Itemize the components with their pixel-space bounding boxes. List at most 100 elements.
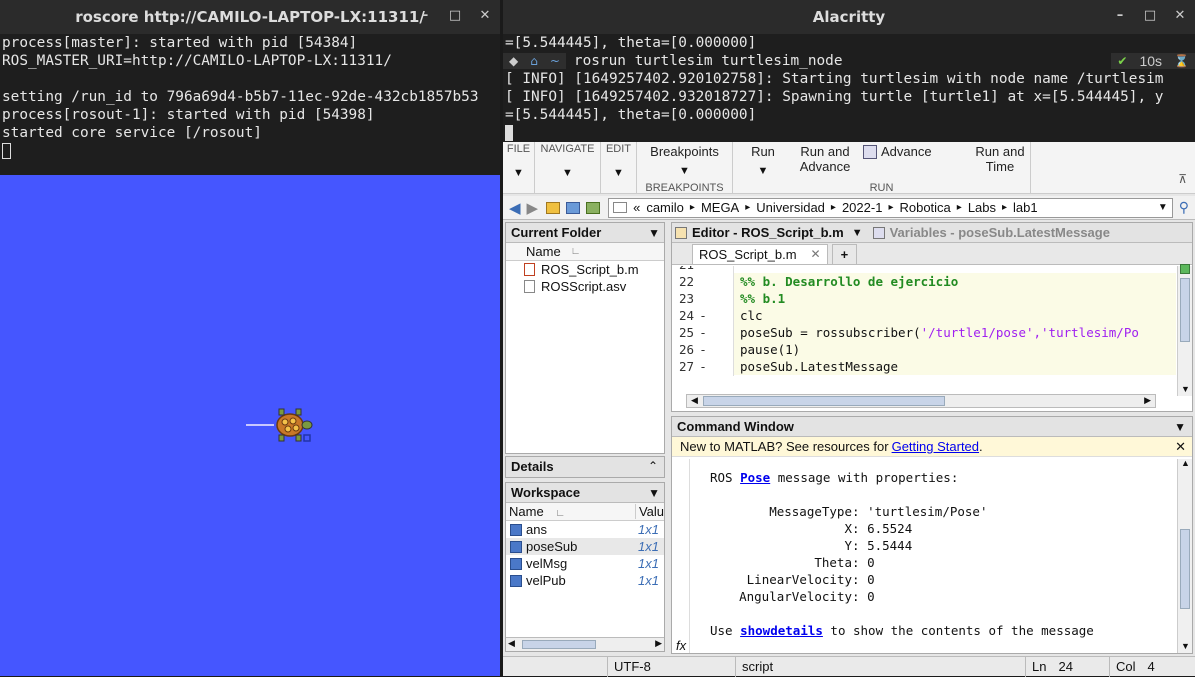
- command-output[interactable]: ROS Pose message with properties: Messag…: [710, 469, 1170, 639]
- value-column-header[interactable]: Valu: [634, 504, 664, 519]
- scroll-down-icon[interactable]: ▼: [1181, 384, 1190, 394]
- command-v-scrollbar[interactable]: ▲ ▼: [1177, 458, 1192, 653]
- panel-menu-icon[interactable]: ▼: [852, 223, 863, 243]
- up-folder-icon[interactable]: [546, 201, 561, 214]
- path-crumb[interactable]: Labs: [968, 200, 996, 215]
- minimize-icon[interactable]: –: [418, 8, 432, 23]
- code-line[interactable]: 27- poseSub.LatestMessage: [672, 358, 1176, 375]
- path-crumb[interactable]: camilo: [646, 200, 684, 215]
- breakpoint-marker[interactable]: [694, 375, 712, 376]
- path-crumb[interactable]: lab1: [1013, 200, 1038, 215]
- run-button[interactable]: Run ▼: [743, 144, 783, 177]
- code-line[interactable]: 24- clc: [672, 307, 1176, 324]
- maximize-icon[interactable]: □: [1143, 8, 1157, 23]
- file-item[interactable]: ROS_Script_b.m: [506, 261, 664, 278]
- breakpoint-marker[interactable]: [694, 273, 712, 290]
- workspace-var-row[interactable]: velPub 1x1: [506, 572, 664, 589]
- close-icon[interactable]: ✕: [1173, 8, 1187, 23]
- file-menu[interactable]: FILE ▼: [503, 142, 535, 194]
- matlab-window[interactable]: FILE ▼ NAVIGATE ▼ EDIT ▼ Breakpoints ▼ B…: [503, 142, 1195, 677]
- breakpoint-marker[interactable]: -: [694, 358, 712, 375]
- path-crumb[interactable]: Universidad: [756, 200, 825, 215]
- path-crumb[interactable]: MEGA: [701, 200, 739, 215]
- forward-arrow-icon[interactable]: ▶: [527, 199, 539, 217]
- tab-ros-script-b[interactable]: ROS_Script_b.m ✕: [692, 244, 828, 264]
- editor-h-scrollbar[interactable]: ◀ ▶: [686, 394, 1156, 408]
- code-line[interactable]: 28: [672, 375, 1176, 376]
- breakpoint-marker[interactable]: [694, 290, 712, 307]
- breakpoint-marker[interactable]: -: [694, 324, 712, 341]
- breakpoint-marker[interactable]: [694, 266, 712, 273]
- edit-menu[interactable]: EDIT ▼: [601, 142, 637, 194]
- scroll-right-icon[interactable]: ▶: [1144, 395, 1151, 406]
- path-crumb[interactable]: 2022-1: [842, 200, 882, 215]
- scroll-left-icon[interactable]: ◀: [691, 395, 698, 406]
- code-area[interactable]: 2122 %% b. Desarrollo de ejercicio 23 %% b.…: [672, 266, 1176, 376]
- name-column-header[interactable]: Name ∟: [506, 504, 635, 519]
- close-icon[interactable]: ✕: [478, 8, 492, 23]
- roscore-titlebar[interactable]: roscore http://CAMILO-LAPTOP-LX:11311/ –…: [0, 0, 500, 34]
- scroll-thumb[interactable]: [1180, 278, 1190, 342]
- breakpoints-button[interactable]: Breakpoints: [637, 142, 732, 159]
- code-line[interactable]: 22 %% b. Desarrollo de ejercicio: [672, 273, 1176, 290]
- chevron-down-icon[interactable]: ▼: [637, 165, 732, 177]
- workspace-var-row[interactable]: velMsg 1x1: [506, 555, 664, 572]
- panel-menu-icon[interactable]: ▼: [648, 483, 660, 503]
- details-panel[interactable]: Details ⌃: [505, 456, 665, 478]
- scroll-up-icon[interactable]: ▲: [1181, 458, 1190, 468]
- workspace-column-header[interactable]: Name ∟ Valu: [506, 503, 664, 521]
- chevron-down-icon[interactable]: ▼: [1158, 202, 1168, 213]
- scroll-thumb[interactable]: [703, 396, 945, 406]
- scroll-thumb[interactable]: [522, 640, 596, 649]
- current-path-field[interactable]: « camilo ▸ MEGA ▸ Universidad ▸ 2022-1 ▸…: [608, 197, 1173, 218]
- collapse-toolstrip-icon[interactable]: ⊼: [1178, 172, 1187, 186]
- showdetails-link[interactable]: showdetails: [740, 623, 823, 638]
- path-overflow[interactable]: «: [633, 200, 640, 215]
- turtle-icon[interactable]: [276, 408, 313, 442]
- workspace-var-row[interactable]: poseSub 1x1: [506, 538, 664, 555]
- scroll-right-icon[interactable]: ▶: [655, 638, 662, 649]
- code-line[interactable]: 26- pause(1): [672, 341, 1176, 358]
- code-line[interactable]: 23 %% b.1: [672, 290, 1176, 307]
- close-icon[interactable]: ✕: [811, 245, 821, 264]
- variables-title[interactable]: Variables - poseSub.LatestMessage: [890, 223, 1110, 243]
- fx-icon[interactable]: fx: [676, 638, 686, 653]
- back-arrow-icon[interactable]: ◀: [509, 199, 521, 217]
- path-crumb[interactable]: Robotica: [899, 200, 950, 215]
- browse-folder-icon[interactable]: [566, 201, 581, 214]
- add-tab-button[interactable]: +: [831, 244, 858, 264]
- scroll-thumb[interactable]: [1180, 529, 1190, 609]
- folder-column-header[interactable]: Name ∟: [506, 243, 664, 261]
- editor-title[interactable]: Editor - ROS_Script_b.m: [692, 223, 844, 243]
- code-line[interactable]: 21: [672, 266, 1176, 273]
- code-analyzer-status-icon[interactable]: [1180, 264, 1190, 274]
- getting-started-link[interactable]: Getting Started: [892, 439, 979, 454]
- alacritty-terminal-window[interactable]: Alacritty – □ ✕ =[5.544445], theta=[0.00…: [503, 0, 1195, 142]
- turtlesim-canvas[interactable]: [0, 175, 500, 676]
- panel-menu-icon[interactable]: ▼: [648, 223, 660, 243]
- workspace-var-row[interactable]: ans 1x1: [506, 521, 664, 538]
- maximize-icon[interactable]: □: [448, 8, 462, 23]
- panel-menu-icon[interactable]: ▼: [1174, 417, 1186, 437]
- code-line[interactable]: 25- poseSub = rossubscriber('/turtle1/pos…: [672, 324, 1176, 341]
- close-icon[interactable]: ✕: [1175, 439, 1186, 455]
- scroll-left-icon[interactable]: ◀: [508, 638, 515, 649]
- editor-v-scrollbar[interactable]: ▲ ▼: [1177, 264, 1192, 396]
- alacritty-titlebar[interactable]: Alacritty – □ ✕: [503, 0, 1195, 34]
- name-column-header[interactable]: Name: [526, 244, 561, 259]
- folder-action-icon[interactable]: [586, 201, 601, 214]
- run-and-time-button[interactable]: Run and Time: [965, 144, 1035, 174]
- workspace-h-scrollbar[interactable]: ◀ ▶: [506, 637, 664, 651]
- chevron-up-icon[interactable]: ⌃: [648, 459, 658, 473]
- roscore-terminal-window[interactable]: roscore http://CAMILO-LAPTOP-LX:11311/ –…: [0, 0, 500, 175]
- scroll-down-icon[interactable]: ▼: [1181, 641, 1190, 651]
- breakpoint-marker[interactable]: -: [694, 307, 712, 324]
- breakpoint-marker[interactable]: -: [694, 341, 712, 358]
- pose-link[interactable]: Pose: [740, 470, 770, 485]
- run-and-advance-button[interactable]: Run and Advance: [795, 144, 855, 174]
- minimize-icon[interactable]: –: [1113, 8, 1127, 23]
- advance-button[interactable]: Advance: [863, 144, 932, 159]
- search-icon[interactable]: ⚲: [1179, 199, 1189, 216]
- navigate-menu[interactable]: NAVIGATE ▼: [535, 142, 601, 194]
- file-item[interactable]: ROSScript.asv: [506, 278, 664, 295]
